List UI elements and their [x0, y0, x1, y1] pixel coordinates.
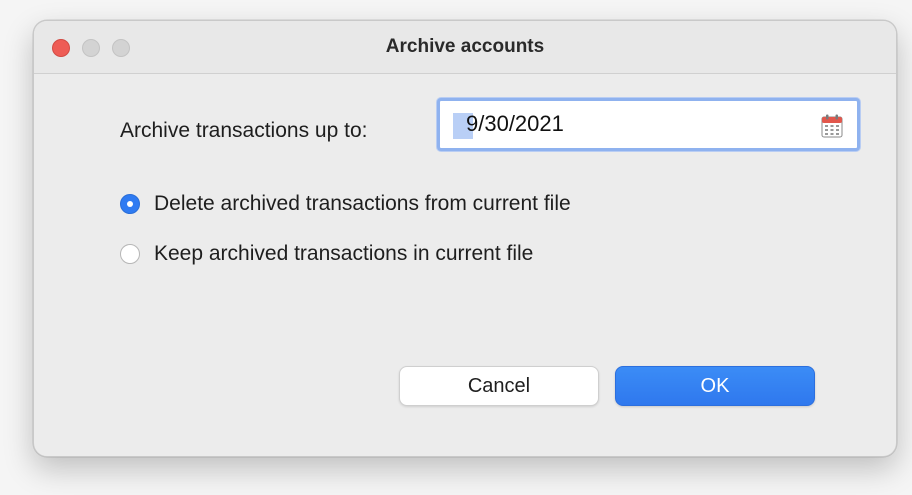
radio-option-label[interactable]: Keep archived transactions in current fi…	[154, 242, 533, 266]
archive-date-label: Archive transactions up to:	[120, 119, 368, 142]
archive-date-field[interactable]: 9/30/2021	[437, 98, 860, 151]
title-bar: Archive accounts	[34, 21, 896, 74]
radio-button-selected[interactable]	[120, 194, 140, 214]
ok-button[interactable]: OK	[615, 366, 815, 406]
radio-option-keep[interactable]: Keep archived transactions in current fi…	[120, 240, 533, 268]
cancel-button[interactable]: Cancel	[399, 366, 599, 406]
archive-date-value[interactable]: 9/30/2021	[466, 111, 564, 137]
calendar-icon[interactable]	[821, 114, 843, 138]
radio-option-delete[interactable]: Delete archived transactions from curren…	[120, 190, 571, 218]
archive-accounts-dialog: Archive accounts Archive transactions up…	[33, 20, 897, 457]
radio-option-label[interactable]: Delete archived transactions from curren…	[154, 192, 571, 216]
window-title: Archive accounts	[385, 36, 545, 57]
radio-button-unselected[interactable]	[120, 244, 140, 264]
